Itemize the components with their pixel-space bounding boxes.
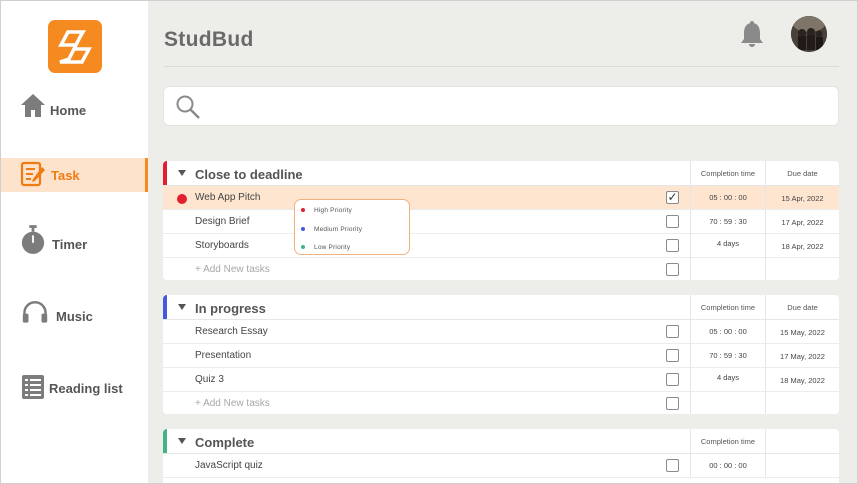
task-group-complete: Complete Completion time JavaScript quiz… [163,429,839,483]
task-due-date: 18 Apr, 2022 [781,242,824,251]
group-title: Close to deadline [195,167,303,182]
task-completion-time: 4 days [716,373,740,382]
col-header-due: Due date [787,169,818,178]
app-window: Home Task Timer Music Reading list StudB… [0,0,858,484]
task-checkbox[interactable] [666,373,679,386]
collapse-caret-icon[interactable] [178,438,186,444]
col-header-completion: Completion time [700,169,756,178]
high-priority-dot[interactable] [177,194,187,204]
task-checkbox[interactable] [666,325,679,338]
group-title: Complete [195,435,255,450]
task-row[interactable]: Quiz 3 4 days 18 May, 2022 [163,368,839,392]
sidebar: Home Task Timer Music Reading list [1,1,148,483]
headphones-icon [22,299,48,325]
task-row[interactable]: JavaScript quiz 00 : 00 : 00 [163,454,839,478]
task-due-date: 17 May, 2022 [780,352,825,361]
priority-option-label: Medium Priority [314,225,363,233]
group-header[interactable]: Close to deadline Completion time Due da… [163,161,839,186]
task-name: Quiz 3 [195,374,224,385]
add-task-row[interactable]: + Add New tasks [163,392,839,414]
task-group-in-progress: In progress Completion time Due date Res… [163,295,839,414]
task-completion-time: 70 : 59 : 30 [709,351,747,360]
task-name: Design Brief [195,216,250,227]
task-completion-time: 70 : 59 : 30 [709,217,747,226]
high-priority-dot [301,208,305,212]
collapse-caret-icon[interactable] [178,170,186,176]
search-input[interactable] [208,95,818,119]
sidebar-item-timer[interactable]: Timer [1,225,148,261]
task-name: Presentation [195,350,252,361]
notification-bell-icon[interactable] [739,20,765,53]
priority-option-high[interactable]: High Priority [301,204,352,216]
task-checkbox[interactable]: ✓ [666,191,679,204]
task-checkbox[interactable] [666,239,679,252]
collapse-caret-icon[interactable] [178,304,186,310]
priority-option-label: High Priority [314,206,352,214]
header-divider [164,66,839,67]
task-name: JavaScript quiz [195,460,263,471]
search-bar[interactable] [163,86,839,126]
sidebar-item-label: Home [50,102,87,118]
col-header-completion: Completion time [700,303,756,312]
task-due-date: 18 May, 2022 [780,376,825,385]
task-row[interactable]: Research Essay 05 : 00 : 00 15 May, 2022 [163,320,839,344]
app-title: StudBud [164,28,254,51]
stopwatch-icon [20,225,46,254]
task-checkbox[interactable] [666,459,679,472]
col-header-completion: Completion time [700,437,756,446]
add-task-button[interactable]: + Add New tasks [195,398,270,409]
task-due-date: 15 Apr, 2022 [781,194,824,203]
task-row[interactable]: Web App Pitch ✓ 05 : 00 : 00 15 Apr, 202… [163,186,839,210]
group-header[interactable]: In progress Completion time Due date [163,295,839,320]
task-row[interactable]: Design Brief 70 : 59 : 30 17 Apr, 2022 [163,210,839,234]
sidebar-item-label: Timer [52,236,88,252]
sidebar-item-reading-list[interactable]: Reading list [1,371,148,405]
low-priority-dot [301,245,305,249]
priority-option-label: Low Priority [314,243,351,251]
task-name: Research Essay [195,326,268,337]
home-icon [20,92,46,118]
sidebar-item-home[interactable]: Home [1,93,148,127]
task-name: Storyboards [195,240,249,251]
task-row[interactable]: Storyboards 4 days 18 Apr, 2022 [163,234,839,258]
task-completion-time: 05 : 00 : 00 [709,193,747,202]
main-content: StudBud Close to deadline Completion tim… [148,1,857,483]
user-avatar[interactable] [791,16,827,52]
search-icon [175,94,201,125]
add-task-row[interactable]: + Add New tasks [163,258,839,280]
task-name: Web App Pitch [195,192,261,203]
task-completion-time: 05 : 00 : 00 [709,327,747,336]
studbud-logo[interactable] [48,20,102,73]
task-due-date: 17 Apr, 2022 [781,218,824,227]
priority-option-low[interactable]: Low Priority [301,241,350,253]
add-task-button[interactable]: + Add New tasks [195,264,270,275]
task-row[interactable]: Presentation 70 : 59 : 30 17 May, 2022 [163,344,839,368]
task-checkbox[interactable] [666,349,679,362]
task-checkbox[interactable] [666,215,679,228]
task-group-close-to-deadline: Close to deadline Completion time Due da… [163,161,839,280]
task-completion-time: 4 days [716,239,740,248]
priority-menu: High Priority Medium Priority Low Priori… [294,199,410,255]
group-title: In progress [195,301,266,316]
task-due-date: 15 May, 2022 [780,328,825,337]
sidebar-item-music[interactable]: Music [1,299,148,333]
col-header-due: Due date [787,303,818,312]
task-completion-time: 00 : 00 : 00 [709,461,747,470]
task-icon [20,161,46,187]
sidebar-item-task[interactable]: Task [1,158,148,192]
priority-option-medium[interactable]: Medium Priority [301,223,362,235]
task-checkbox[interactable] [666,397,679,410]
logo-s-icon [58,29,92,64]
sidebar-item-label: Task [51,167,80,183]
group-header[interactable]: Complete Completion time [163,429,839,454]
reading-list-icon [20,374,46,400]
sidebar-item-label: Reading list [49,380,123,396]
sidebar-item-label: Music [56,308,93,324]
task-checkbox[interactable] [666,263,679,276]
medium-priority-dot [301,227,305,231]
